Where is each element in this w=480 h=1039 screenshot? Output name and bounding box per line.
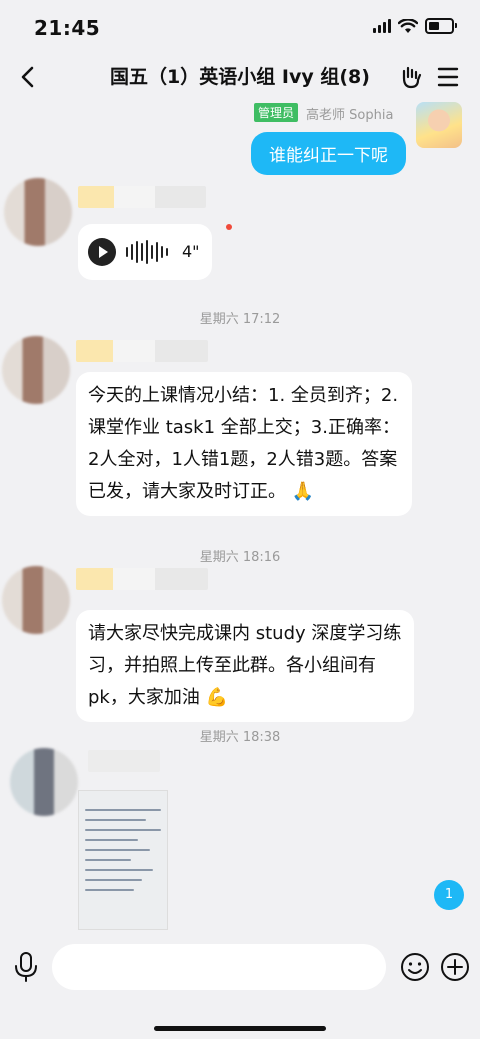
message-text: 今天的上课情况小结：1. 全员到齐；2.课堂作业 task1 全部上交；3.正确… (88, 385, 400, 502)
self-message-bubble[interactable]: 谁能纠正一下呢 (251, 132, 406, 175)
timestamp: 星期六 18:16 (199, 550, 281, 565)
voice-duration: 4" (182, 242, 200, 261)
menu-icon[interactable] (436, 64, 460, 90)
member-name-blurred (88, 750, 160, 772)
plus-icon[interactable] (440, 952, 470, 982)
timestamp: 星期六 18:38 (199, 730, 281, 745)
member-avatar[interactable] (10, 748, 78, 816)
self-avatar[interactable] (416, 102, 462, 148)
play-icon[interactable] (88, 238, 116, 266)
member-name-blurred (76, 340, 208, 362)
self-sender-name: 高老师 Sophia (306, 108, 394, 123)
voice-message[interactable]: 4" (78, 224, 212, 280)
muscle-emoji: 💪 (205, 687, 229, 708)
signal-icon (373, 19, 391, 33)
voice-waveform (126, 240, 168, 264)
handwritten-page (85, 809, 161, 899)
message-input[interactable] (52, 944, 386, 990)
status-icons (373, 18, 457, 34)
member-avatar[interactable] (4, 178, 72, 246)
member-name-blurred (78, 186, 206, 208)
wifi-icon (398, 18, 418, 33)
text-message-bubble[interactable]: 今天的上课情况小结：1. 全员到齐；2.课堂作业 task1 全部上交；3.正确… (76, 372, 412, 516)
status-time: 21:45 (34, 16, 101, 40)
pray-emoji: 🙏 (291, 481, 315, 502)
text-message-bubble[interactable]: 请大家尽快完成课内 study 深度学习练习，并拍照上传至此群。各小组间有 pk… (76, 610, 414, 722)
member-name-blurred (76, 568, 208, 590)
status-bar: 21:45 (0, 0, 480, 56)
member-avatar[interactable] (2, 336, 70, 404)
message-text: 请大家尽快完成课内 study 深度学习练习，并拍照上传至此群。各小组间有 pk… (88, 623, 402, 708)
hand-gesture-icon[interactable] (398, 62, 424, 92)
battery-icon (425, 18, 457, 34)
unread-voice-dot (226, 224, 232, 230)
image-message[interactable] (78, 790, 168, 930)
nav-bar: 国五（1）英语小组 Ivy 组(8) (0, 56, 480, 100)
unread-count-badge[interactable]: 1 (434, 880, 464, 910)
mic-icon[interactable] (12, 950, 40, 984)
home-indicator (154, 1026, 326, 1031)
member-avatar[interactable] (2, 566, 70, 634)
input-bar (0, 938, 480, 1039)
timestamp: 星期六 17:12 (199, 312, 281, 327)
chat-area[interactable]: 管理员 高老师 Sophia 谁能纠正一下呢 4" 星期六 17:12 今天的上… (0, 100, 480, 938)
admin-badge: 管理员 (254, 103, 299, 122)
emoji-icon[interactable] (400, 952, 430, 982)
